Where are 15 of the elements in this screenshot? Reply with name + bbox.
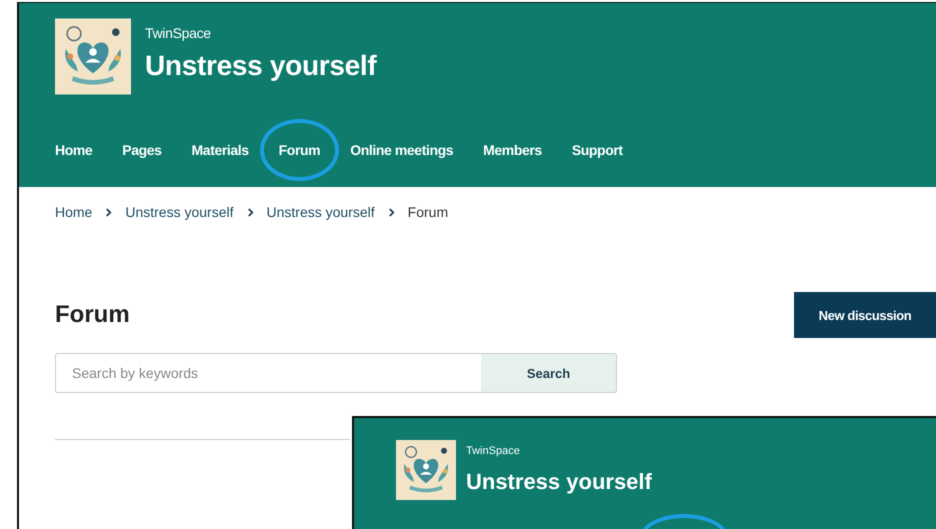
nav-link[interactable]: Forum [260, 119, 340, 181]
site-title: Unstress yourself [466, 469, 652, 495]
breadcrumb-current: Forum [408, 204, 448, 220]
chevron-icon [105, 208, 112, 216]
new-discussion-button[interactable]: New discussion [794, 292, 936, 338]
site-title: Unstress yourself [145, 50, 376, 82]
chevron-icon [388, 208, 395, 216]
project-logo [396, 440, 456, 500]
breadcrumb-link[interactable]: Unstress yourself [266, 204, 375, 220]
site-label: TwinSpace [466, 445, 521, 457]
chevron-icon [246, 208, 254, 216]
breadcrumb-link[interactable]: Unstress yourself [125, 204, 234, 220]
page-title: Forum [55, 301, 130, 329]
site-label: TwinSpace [145, 25, 212, 41]
breadcrumb-link[interactable]: Home [55, 204, 92, 220]
